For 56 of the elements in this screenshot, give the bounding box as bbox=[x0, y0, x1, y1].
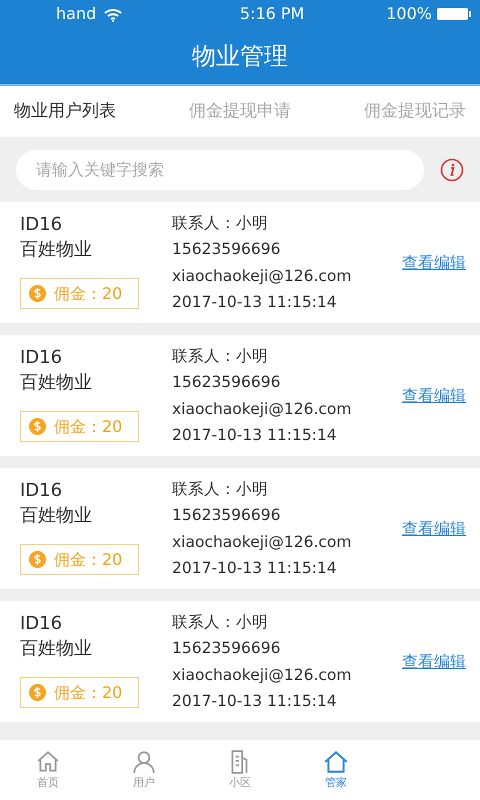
item-phone: 15623596696 bbox=[172, 239, 282, 260]
item-contact: 联系人：小明 bbox=[172, 612, 269, 632]
list-item[interactable]: ID16 百姓物业 佣金：20 联系人：小明 15623596696 xiaochaokeji@126.com 2017-10-13 11:15:14 查看编辑 bbox=[0, 335, 480, 456]
item-phone: 15623596696 bbox=[172, 505, 282, 526]
item-name: 百姓物业 bbox=[20, 371, 93, 395]
nav-tab[interactable]: 小区 bbox=[192, 748, 288, 792]
tab[interactable]: 佣金提现申请 bbox=[179, 98, 301, 124]
commission-text: 佣金：20 bbox=[54, 548, 122, 570]
item-phone: 15623596696 bbox=[172, 372, 282, 393]
search-field[interactable]: 请输入关键字搜索 bbox=[16, 150, 424, 190]
item-time: 2017-10-13 11:15:14 bbox=[172, 425, 338, 446]
item-id: ID16 bbox=[20, 213, 64, 237]
item-id: ID16 bbox=[20, 479, 64, 503]
house-icon bbox=[323, 748, 349, 775]
nav-tab[interactable]: 管家 bbox=[288, 748, 384, 792]
commission-text: 佣金：20 bbox=[54, 682, 122, 704]
item-time: 2017-10-13 11:15:14 bbox=[172, 292, 338, 313]
commission-text: 佣金：20 bbox=[54, 416, 122, 438]
item-email: xiaochaokeji@126.com bbox=[172, 398, 352, 420]
item-contact: 联系人：小明 bbox=[172, 212, 269, 234]
item-email: xiaochaokeji@126.com bbox=[172, 664, 352, 686]
status-time: 5:16 PM bbox=[240, 3, 304, 25]
item-name: 百姓物业 bbox=[20, 504, 93, 528]
item-email: xiaochaokeji@126.com bbox=[172, 532, 352, 552]
tab[interactable]: 佣金提现记录 bbox=[354, 98, 476, 124]
item-id: ID16 bbox=[20, 612, 64, 636]
coin-icon bbox=[29, 418, 46, 435]
coin-icon bbox=[29, 551, 46, 568]
item-time: 2017-10-13 11:15:14 bbox=[172, 691, 338, 712]
view-edit-link[interactable]: 查看编辑 bbox=[402, 650, 466, 674]
coin-icon bbox=[29, 684, 46, 701]
list-item[interactable]: ID16 百姓物业 佣金：20 联系人：小明 15623596696 xiaochaokeji@126.com 2017-10-13 11:15:14 查看编辑 bbox=[0, 202, 480, 323]
view-edit-link[interactable]: 查看编辑 bbox=[402, 384, 466, 408]
item-contact: 联系人：小明 bbox=[172, 478, 269, 500]
nav-tab[interactable]: 首页 bbox=[0, 748, 96, 792]
item-id: ID16 bbox=[20, 346, 64, 370]
item-name: 百姓物业 bbox=[20, 238, 93, 262]
item-phone: 15623596696 bbox=[172, 638, 282, 659]
battery-icon bbox=[436, 7, 472, 21]
item-contact: 联系人：小明 bbox=[172, 346, 269, 366]
battery-text: 100% bbox=[386, 3, 432, 25]
list-item[interactable]: ID16 百姓物业 佣金：20 联系人：小明 15623596696 xiaochaokeji@126.com 2017-10-13 11:15:14 查看编辑 bbox=[0, 468, 480, 589]
carrier-text: hand bbox=[56, 3, 96, 25]
page-title: 物业管理 bbox=[192, 41, 288, 72]
commission-text: 佣金：20 bbox=[54, 282, 122, 304]
user-icon bbox=[131, 748, 157, 775]
view-edit-link[interactable]: 查看编辑 bbox=[402, 250, 466, 274]
tab[interactable]: 物业用户列表 bbox=[4, 98, 126, 124]
item-email: xiaochaokeji@126.com bbox=[172, 266, 352, 286]
nav-tab[interactable]: 用户 bbox=[96, 748, 192, 792]
list-item[interactable]: ID16 百姓物业 佣金：20 联系人：小明 15623596696 xiaochaokeji@126.com 2017-10-13 11:15:14 查看编辑 bbox=[0, 601, 480, 722]
info-icon[interactable] bbox=[440, 158, 464, 182]
item-time: 2017-10-13 11:15:14 bbox=[172, 558, 338, 579]
coin-icon bbox=[29, 285, 46, 302]
view-edit-link[interactable]: 查看编辑 bbox=[402, 516, 466, 540]
item-name: 百姓物业 bbox=[20, 637, 93, 661]
